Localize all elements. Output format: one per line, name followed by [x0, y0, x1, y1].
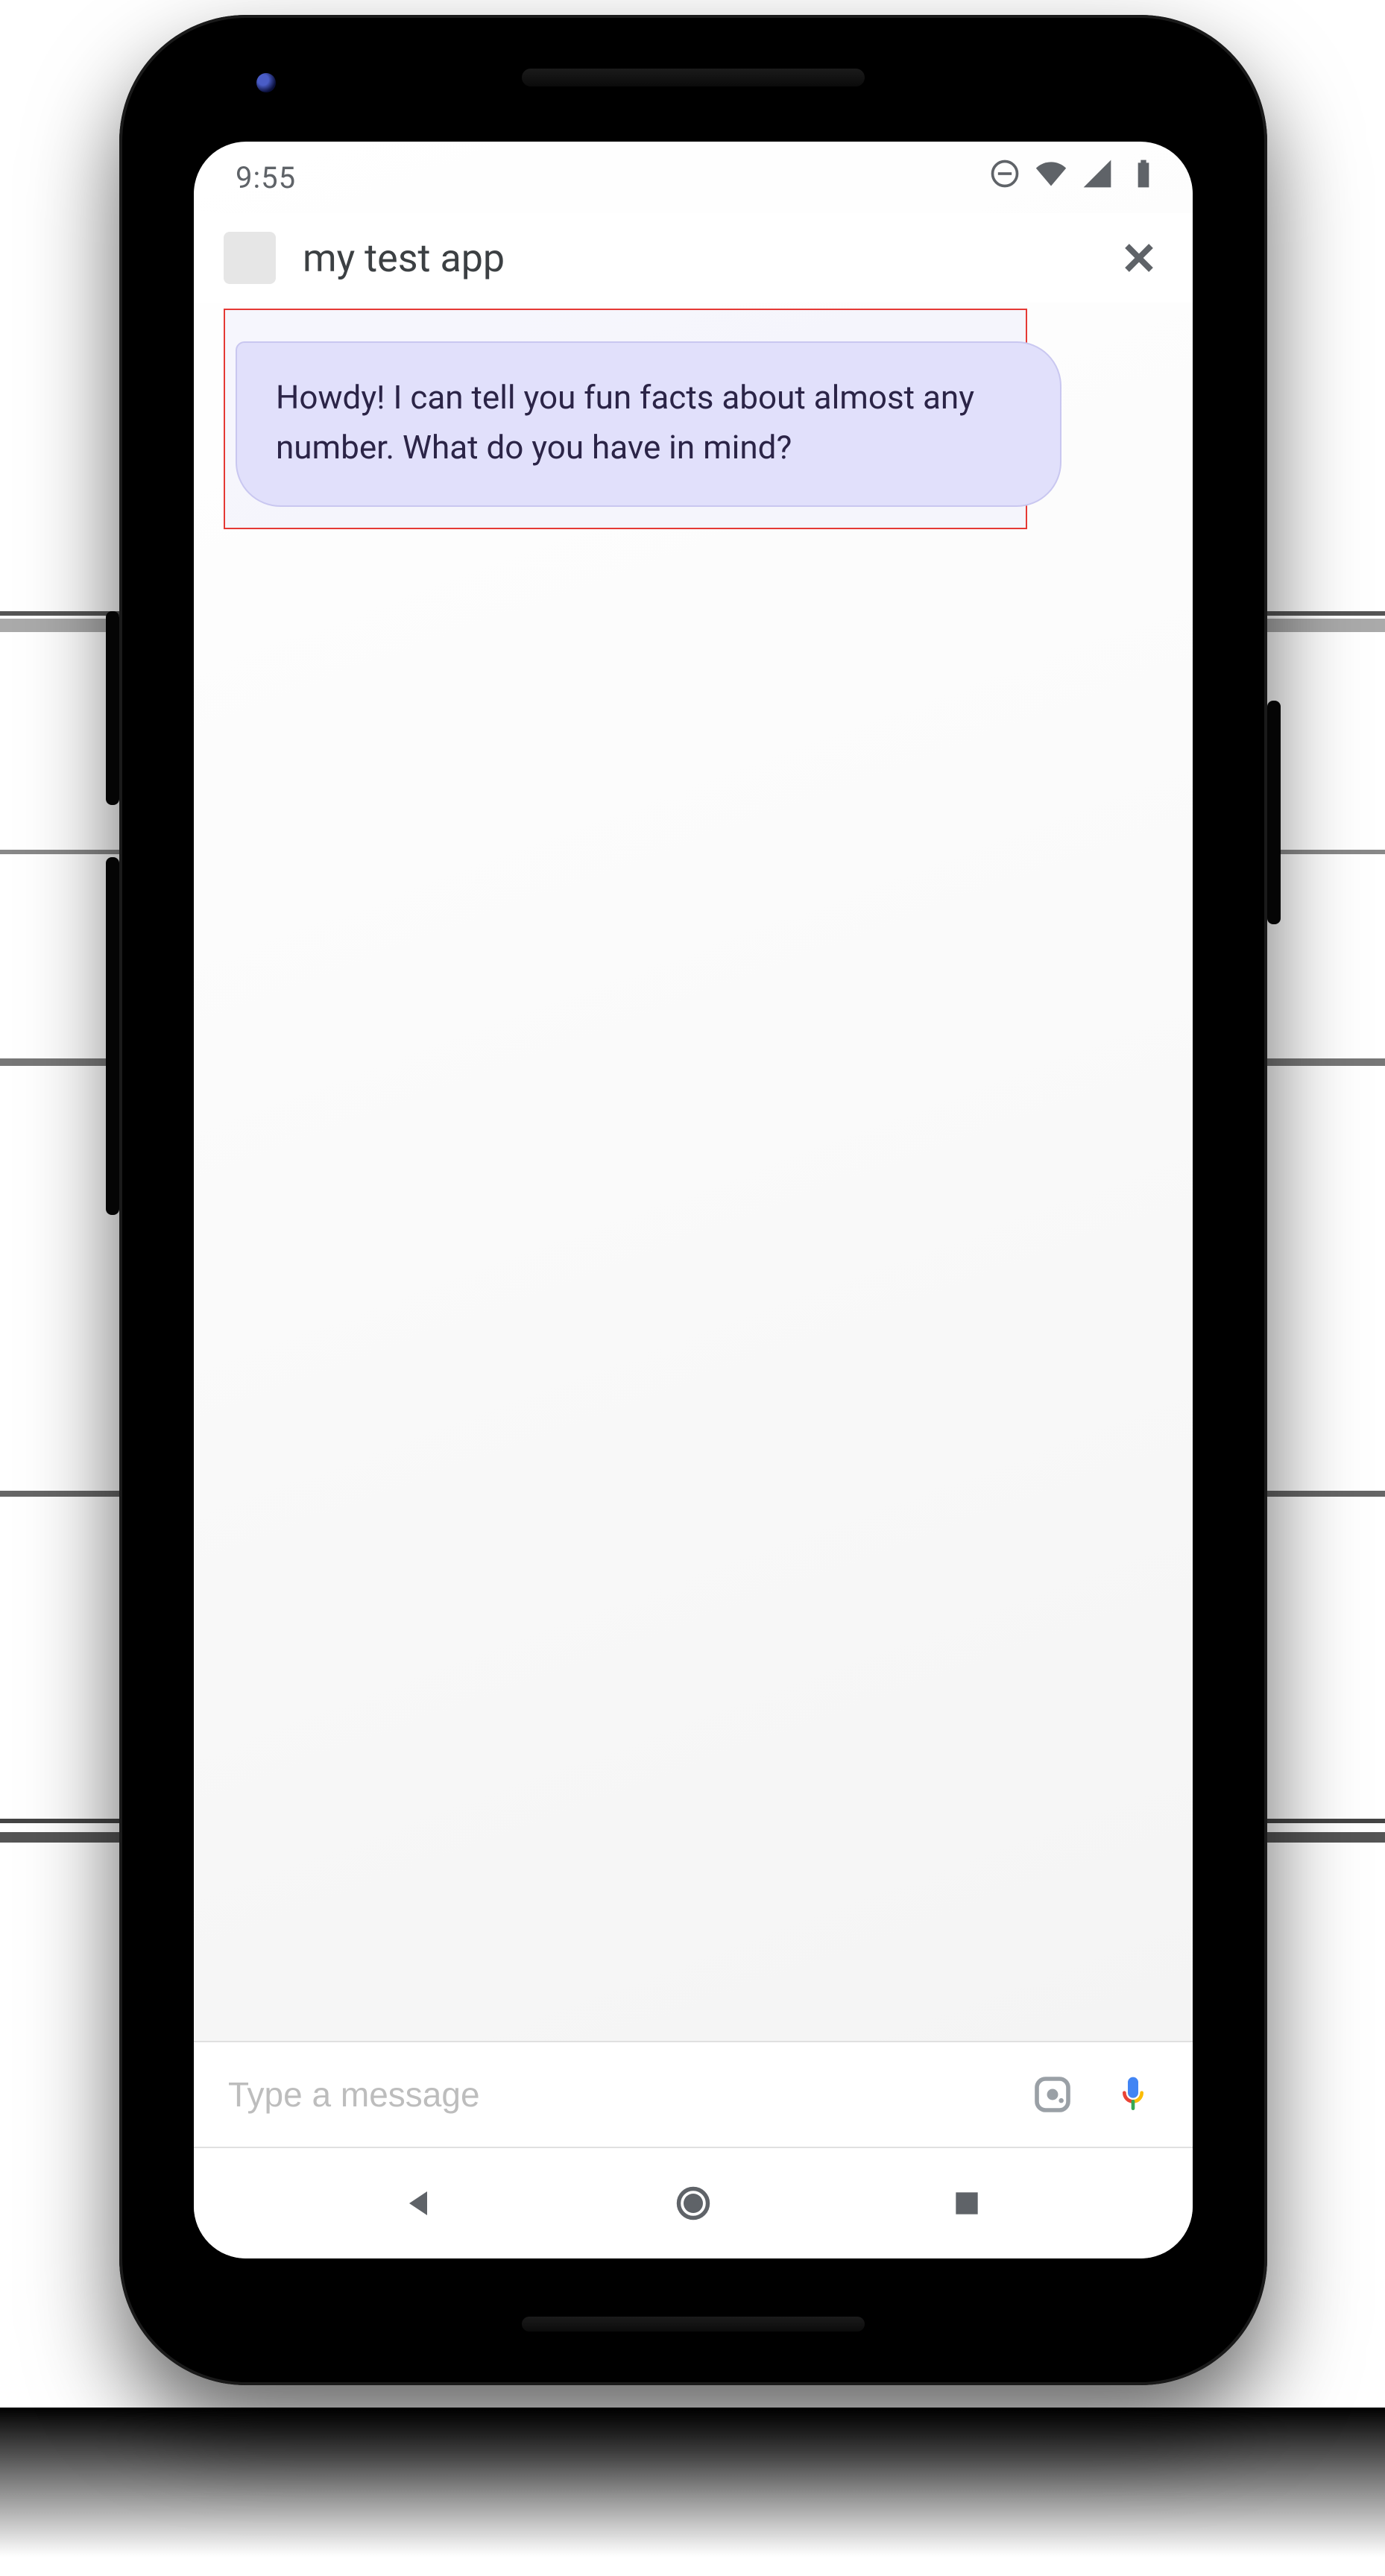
bot-message-text: Howdy! I can tell you fun facts about al… — [276, 378, 974, 467]
chat-area[interactable]: Howdy! I can tell you fun facts about al… — [194, 303, 1193, 2041]
app-avatar — [224, 232, 276, 284]
wifi-icon — [1035, 157, 1067, 198]
nav-recent-button[interactable] — [930, 2166, 1004, 2241]
nav-home-button[interactable] — [656, 2166, 731, 2241]
triangle-back-icon — [402, 2185, 438, 2221]
close-icon — [1121, 240, 1157, 276]
lens-button[interactable] — [1026, 2068, 1079, 2121]
phone-frame: 9:55 — [119, 15, 1267, 2385]
status-icons — [988, 157, 1160, 198]
side-button — [1267, 701, 1281, 924]
status-bar: 9:55 — [194, 142, 1193, 213]
system-nav-bar — [194, 2148, 1193, 2258]
cell-signal-icon — [1081, 157, 1114, 198]
square-recent-icon — [950, 2187, 983, 2220]
battery-icon — [1127, 157, 1160, 198]
circle-home-icon — [674, 2184, 713, 2223]
status-time: 9:55 — [236, 160, 296, 195]
nav-back-button[interactable] — [382, 2166, 457, 2241]
dnd-icon — [988, 157, 1021, 198]
phone-screen: 9:55 — [194, 142, 1193, 2258]
volume-down-button — [106, 857, 119, 1215]
front-camera — [256, 73, 276, 92]
message-input[interactable] — [227, 2074, 999, 2115]
message-input-bar — [194, 2041, 1193, 2148]
app-header: my test app — [194, 213, 1193, 303]
app-title: my test app — [303, 236, 1088, 281]
bot-message-bubble: Howdy! I can tell you fun facts about al… — [236, 341, 1061, 507]
close-button[interactable] — [1115, 234, 1163, 282]
lens-icon — [1032, 2074, 1073, 2115]
mic-button[interactable] — [1106, 2068, 1160, 2121]
mic-icon — [1112, 2074, 1154, 2115]
power-button — [106, 611, 119, 805]
